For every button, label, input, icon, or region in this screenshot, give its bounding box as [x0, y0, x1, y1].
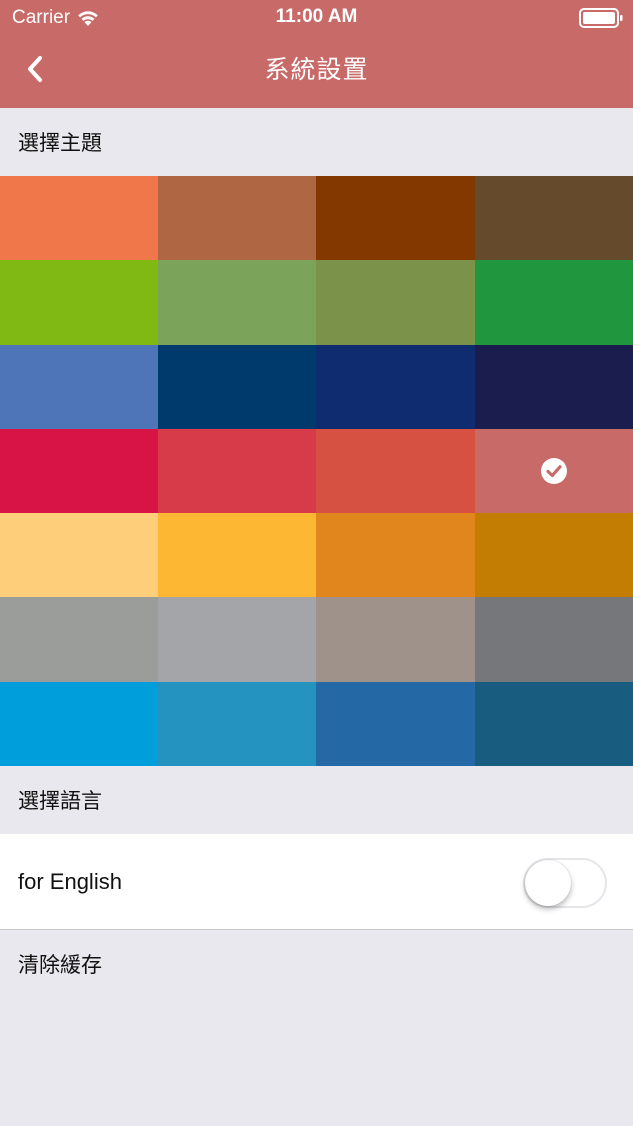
theme-color-swatch[interactable]: [158, 260, 316, 345]
status-bar: Carrier 11:00 AM: [0, 0, 633, 36]
theme-color-swatch[interactable]: [475, 428, 633, 514]
theme-color-swatch[interactable]: [0, 597, 158, 682]
theme-color-swatch[interactable]: [475, 597, 633, 682]
theme-color-swatch[interactable]: [475, 513, 633, 598]
language-section-header: 選擇語言: [18, 789, 102, 813]
theme-color-swatch[interactable]: [0, 428, 158, 514]
theme-color-swatch[interactable]: [475, 260, 633, 345]
theme-color-swatch[interactable]: [0, 513, 158, 598]
theme-color-grid: [0, 176, 633, 766]
status-time: 11:00 AM: [275, 6, 358, 27]
theme-color-swatch[interactable]: [475, 344, 633, 429]
theme-color-swatch[interactable]: [316, 513, 475, 598]
theme-color-swatch[interactable]: [158, 681, 316, 766]
theme-color-swatch[interactable]: [316, 428, 475, 514]
theme-color-swatch[interactable]: [158, 344, 316, 429]
toggle-knob: [525, 860, 571, 906]
theme-color-swatch[interactable]: [316, 344, 475, 429]
theme-color-swatch[interactable]: [158, 428, 316, 514]
english-language-row: for English: [0, 834, 633, 930]
clear-cache-button[interactable]: 清除緩存: [0, 930, 633, 998]
checkmark-icon: [541, 457, 567, 484]
english-language-label: for English: [18, 869, 122, 894]
battery-icon: [579, 8, 623, 28]
theme-color-swatch[interactable]: [0, 344, 158, 429]
theme-color-swatch[interactable]: [158, 513, 316, 598]
theme-color-swatch[interactable]: [158, 176, 316, 261]
english-toggle[interactable]: [523, 858, 607, 908]
theme-color-swatch[interactable]: [316, 176, 475, 261]
page-title: 系統設置: [264, 55, 369, 84]
theme-color-swatch[interactable]: [0, 260, 158, 345]
theme-color-swatch[interactable]: [316, 260, 475, 345]
navigation-bar: Carrier 11:00 AM 系統設置: [0, 0, 633, 108]
theme-color-swatch[interactable]: [316, 597, 475, 682]
theme-color-swatch[interactable]: [0, 176, 158, 261]
theme-color-swatch[interactable]: [316, 681, 475, 766]
theme-color-swatch[interactable]: [158, 597, 316, 682]
theme-color-swatch[interactable]: [0, 681, 158, 766]
theme-color-swatch[interactable]: [475, 681, 633, 766]
theme-section-header: 選擇主題: [18, 131, 102, 155]
theme-color-swatch[interactable]: [475, 176, 633, 261]
